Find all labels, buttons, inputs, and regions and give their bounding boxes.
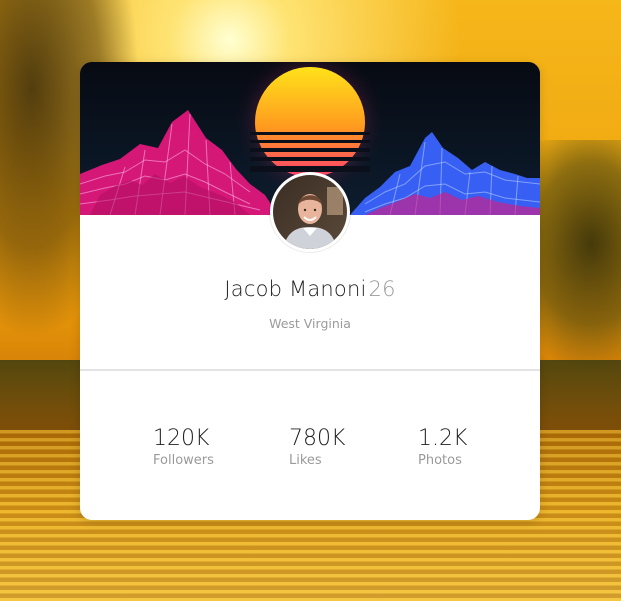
profile-name-row: Jacob Manoni26 [80,277,540,301]
stat-label: Likes [289,453,322,468]
profile-name: Jacob Manoni [224,277,367,301]
stat-photos[interactable]: 1.2K Photos [418,426,538,470]
profile-stats: 120K Followers 780K Likes 1.2K Photos [80,426,540,476]
stat-value: 780K [289,426,346,451]
stat-label: Photos [418,453,462,468]
stat-likes[interactable]: 780K Likes [289,426,409,470]
stat-followers[interactable]: 120K Followers [153,426,273,470]
card-divider [80,369,540,371]
profile-location: West Virginia [269,316,351,331]
stat-value: 120K [153,426,210,451]
stat-value: 1.2K [418,426,468,451]
profile-card: Jacob Manoni26 West Virginia 120K Follow… [80,62,540,520]
stat-label: Followers [153,453,214,468]
avatar[interactable] [270,172,350,252]
profile-age: 26 [368,277,396,301]
profile-photo-icon [273,175,347,249]
